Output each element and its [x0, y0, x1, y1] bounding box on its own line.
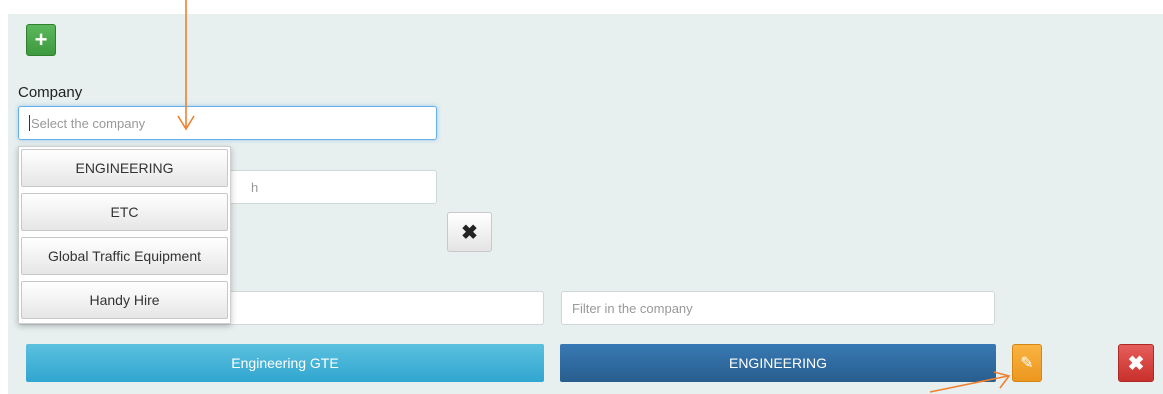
close-icon: ✖ — [461, 221, 478, 244]
plus-icon: + — [34, 27, 48, 52]
dropdown-option[interactable]: ENGINEERING — [21, 149, 228, 187]
dropdown-option[interactable]: ETC — [21, 193, 228, 231]
edit-icon: ✎ — [1020, 355, 1034, 372]
company-dropdown: ENGINEERING ETC Global Traffic Equipment… — [18, 146, 231, 324]
dropdown-option[interactable]: Global Traffic Equipment — [21, 237, 228, 275]
filter-input[interactable]: Filter in the company — [561, 291, 995, 325]
clear-button[interactable]: ✖ — [447, 212, 492, 252]
row-company-button[interactable]: ENGINEERING — [560, 344, 996, 382]
dropdown-option[interactable]: Handy Hire — [21, 281, 228, 319]
text-caret — [29, 115, 30, 131]
add-button[interactable]: + — [26, 24, 56, 56]
close-icon: ✖ — [1127, 352, 1145, 375]
delete-button[interactable]: ✖ — [1118, 344, 1154, 382]
filter-placeholder: Filter in the company — [572, 300, 693, 316]
company-label: Company — [18, 84, 83, 101]
company-placeholder: Select the company — [31, 115, 146, 131]
second-input-text: h — [251, 179, 259, 195]
edit-button[interactable]: ✎ — [1012, 344, 1042, 382]
row-name-button[interactable]: Engineering GTE — [26, 344, 544, 382]
company-select-input[interactable]: Select the company — [18, 106, 437, 140]
